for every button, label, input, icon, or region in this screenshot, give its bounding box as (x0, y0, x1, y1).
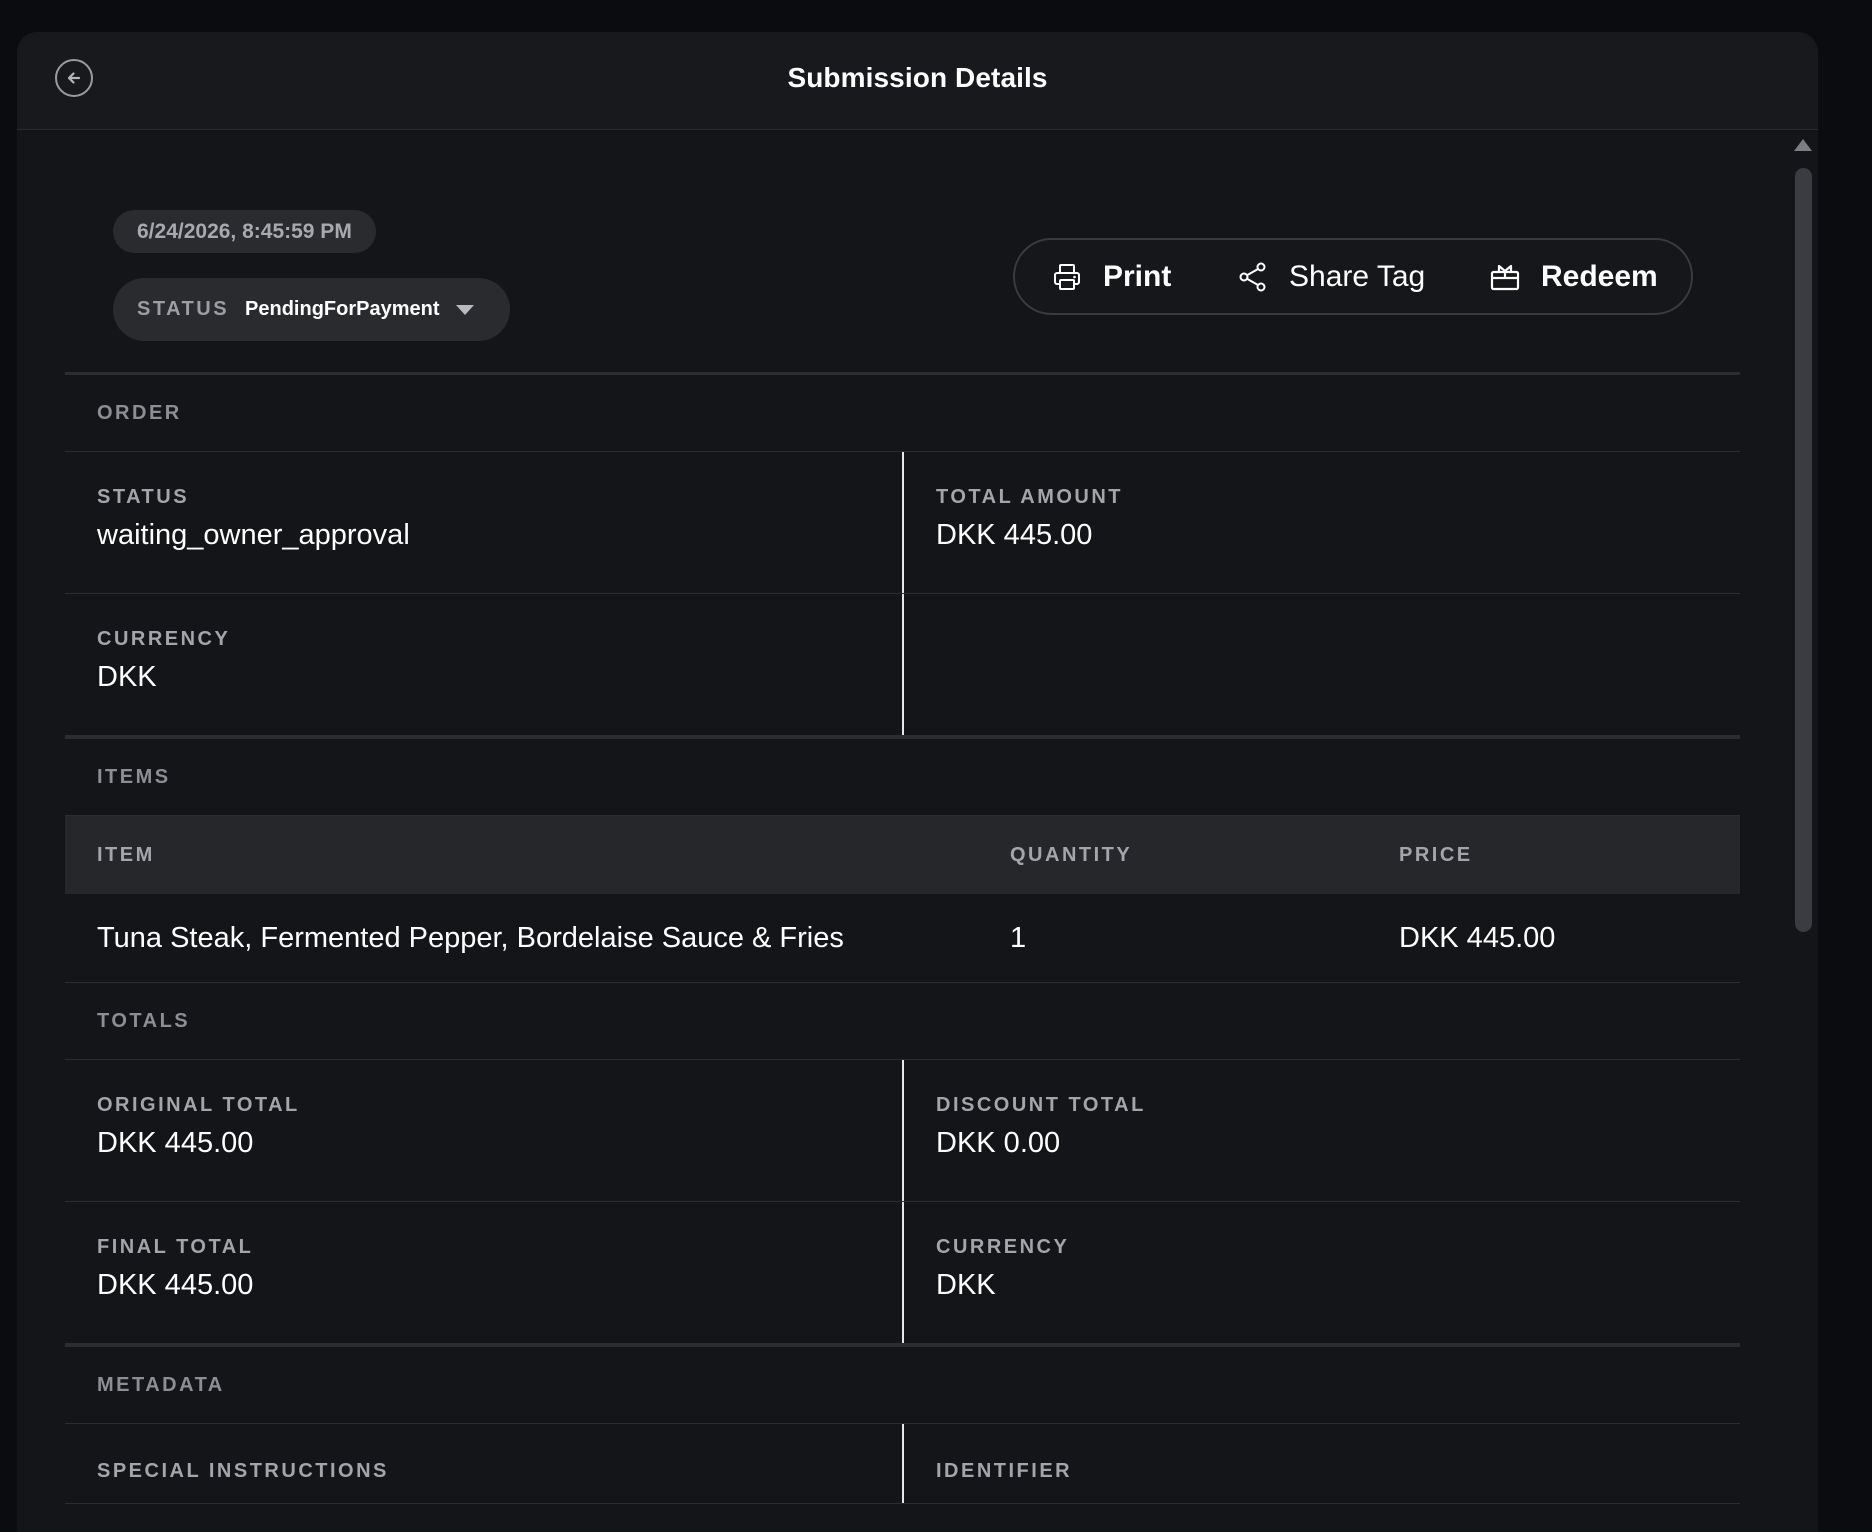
order-currency-field: CURRENCY DKK (65, 594, 902, 735)
section-heading-totals: TOTALS (65, 983, 1740, 1060)
field-label: STATUS (97, 486, 190, 508)
special-instructions-field: SPECIAL INSTRUCTIONS (65, 1424, 902, 1503)
scrollbar-thumb[interactable] (1795, 168, 1812, 932)
field-value: waiting_owner_approval (97, 519, 410, 551)
field-value: DKK 445.00 (936, 519, 1093, 551)
status-dropdown-label: STATUS (137, 298, 230, 320)
details-content: ORDER STATUS waiting_owner_approval TOTA… (65, 372, 1740, 1504)
field-label: CURRENCY (936, 1236, 1070, 1258)
header-bar: Submission Details (17, 32, 1818, 130)
field-label: TOTAL AMOUNT (936, 486, 1124, 508)
timestamp-badge: 6/24/2026, 8:45:59 PM (113, 210, 376, 253)
items-table-header: ITEM QUANTITY PRICE (65, 816, 1740, 894)
discount-total-field: DISCOUNT TOTAL DKK 0.00 (902, 1060, 1740, 1201)
print-button-label: Print (1103, 259, 1172, 293)
totals-row: ORIGINAL TOTAL DKK 445.00 DISCOUNT TOTAL… (65, 1060, 1740, 1202)
field-value: DKK 445.00 (97, 1127, 254, 1159)
redeem-button-label: Redeem (1541, 259, 1658, 293)
item-price: DKK 445.00 (1399, 921, 1556, 954)
table-row: Tuna Steak, Fermented Pepper, Bordelaise… (65, 894, 1740, 983)
empty-cell (902, 594, 1740, 735)
field-value: DKK (936, 1269, 996, 1301)
printer-icon (1054, 263, 1080, 290)
section-heading-label: TOTALS (97, 1009, 191, 1032)
section-heading-order: ORDER (65, 375, 1740, 452)
order-total-field: TOTAL AMOUNT DKK 445.00 (902, 452, 1740, 593)
section-heading-label: ITEMS (97, 765, 171, 788)
totals-currency-field: CURRENCY DKK (902, 1202, 1740, 1343)
order-status-field: STATUS waiting_owner_approval (65, 452, 902, 593)
totals-row: FINAL TOTAL DKK 445.00 CURRENCY DKK (65, 1202, 1740, 1344)
section-heading-label: ORDER (97, 401, 182, 424)
action-button-group: Print Share Tag Redeem (1013, 238, 1693, 315)
column-header-item: ITEM (97, 843, 155, 866)
field-value: DKK 445.00 (97, 1269, 254, 1301)
column-header-price: PRICE (1399, 843, 1473, 866)
page-title: Submission Details (787, 62, 1048, 93)
status-dropdown[interactable]: STATUS PendingForPayment (113, 278, 510, 341)
redeem-button[interactable]: Redeem (1489, 240, 1658, 313)
chevron-down-icon (455, 304, 474, 315)
field-label: SPECIAL INSTRUCTIONS (97, 1460, 389, 1482)
final-total-field: FINAL TOTAL DKK 445.00 (65, 1202, 902, 1343)
order-row: CURRENCY DKK (65, 594, 1740, 736)
section-heading-items: ITEMS (65, 739, 1740, 816)
field-value: DKK (97, 661, 157, 693)
share-tag-button[interactable]: Share Tag (1237, 240, 1425, 313)
original-total-field: ORIGINAL TOTAL DKK 445.00 (65, 1060, 902, 1201)
field-label: IDENTIFIER (936, 1460, 1073, 1482)
section-heading-metadata: METADATA (65, 1347, 1740, 1424)
field-label: DISCOUNT TOTAL (936, 1094, 1146, 1116)
item-name: Tuna Steak, Fermented Pepper, Bordelaise… (97, 921, 844, 954)
submission-details-panel: Submission Details 6/24/2026, 8:45:59 PM… (17, 32, 1818, 1532)
print-button[interactable]: Print (1051, 240, 1171, 313)
section-heading-label: METADATA (97, 1373, 225, 1396)
gift-box-icon (1490, 264, 1520, 290)
status-dropdown-value: PendingForPayment (245, 298, 440, 320)
share-tag-button-label: Share Tag (1289, 259, 1426, 293)
field-label: FINAL TOTAL (97, 1236, 254, 1258)
share-icon (1239, 262, 1266, 291)
column-header-quantity: QUANTITY (1010, 843, 1133, 866)
field-label: ORIGINAL TOTAL (97, 1094, 300, 1116)
identifier-field: IDENTIFIER (902, 1424, 1740, 1503)
metadata-row: SPECIAL INSTRUCTIONS IDENTIFIER (65, 1424, 1740, 1504)
item-quantity: 1 (1010, 921, 1027, 954)
order-row: STATUS waiting_owner_approval TOTAL AMOU… (65, 452, 1740, 594)
scroll-up-arrow[interactable] (1794, 139, 1812, 151)
field-label: CURRENCY (97, 628, 231, 650)
field-value: DKK 0.00 (936, 1127, 1061, 1159)
